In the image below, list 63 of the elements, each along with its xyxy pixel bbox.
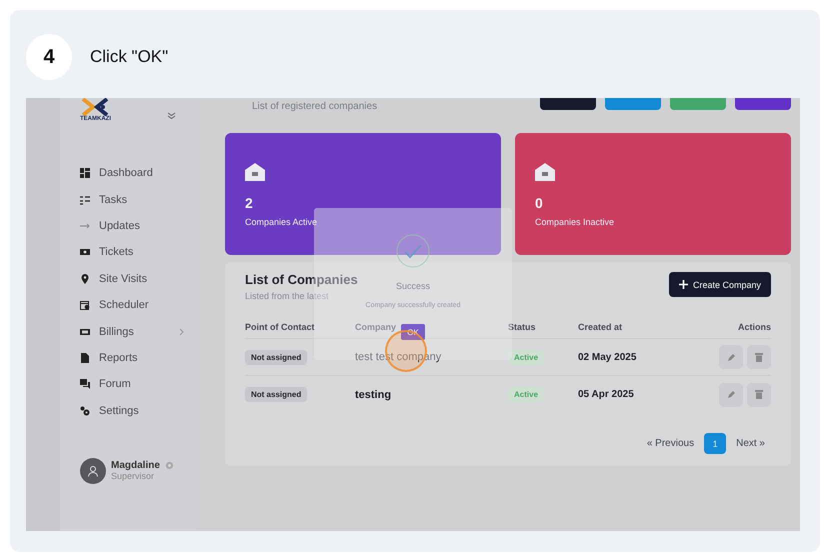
check-circle-icon xyxy=(396,234,430,268)
previous-link[interactable]: « Previous xyxy=(646,438,694,449)
house-icon xyxy=(245,163,265,181)
column-header: Point of Contact xyxy=(245,315,355,339)
sidebar-item[interactable]: Updates xyxy=(80,212,198,240)
trash-icon xyxy=(755,390,763,399)
avatar-icon xyxy=(80,458,106,484)
document-icon xyxy=(80,352,90,363)
panel-title: List of Companies xyxy=(245,272,358,287)
list-icon xyxy=(80,194,90,205)
grid-icon xyxy=(80,168,90,178)
contact-tag: Not assigned xyxy=(245,350,308,364)
page-button[interactable]: 1 xyxy=(704,433,726,454)
page-subtitle: List of registered companies xyxy=(252,101,378,112)
sidebar-item[interactable]: Tickets xyxy=(80,239,198,266)
pencil-icon xyxy=(726,352,736,362)
stat-label: Companies Active xyxy=(245,217,318,227)
next-link[interactable]: Next » xyxy=(736,438,765,449)
ticket-icon xyxy=(80,247,90,258)
column-header: Status xyxy=(508,315,578,339)
arrow-icon xyxy=(80,220,90,231)
location-pin-icon xyxy=(80,274,90,284)
created-date: 02 May 2025 xyxy=(578,352,636,362)
sidebar-item[interactable]: Dashboard xyxy=(80,160,198,186)
panel-subtitle: Listed from the latest xyxy=(245,291,330,301)
user-role: Supervisor xyxy=(111,471,156,482)
delete-button[interactable] xyxy=(747,382,771,406)
sidebar-item[interactable]: Site Visits xyxy=(80,266,198,292)
sidebar-item[interactable]: Tasks xyxy=(80,186,198,213)
step-number: 4 xyxy=(26,34,72,80)
sidebar-item[interactable]: Reports xyxy=(80,344,198,372)
contact-tag: Not assigned xyxy=(245,387,308,402)
edit-button[interactable] xyxy=(719,382,743,406)
stat-value: 0 xyxy=(535,195,544,211)
status-tag: Active xyxy=(508,350,544,364)
gear-icon[interactable] xyxy=(164,461,174,470)
chevron-right-icon xyxy=(179,328,184,336)
stat-value: 2 xyxy=(245,195,254,211)
user-name: Magdaline xyxy=(111,460,160,472)
edit-button[interactable] xyxy=(719,345,743,369)
trash-icon xyxy=(755,352,763,362)
status-tag: Active xyxy=(508,387,544,402)
created-date: 05 Apr 2025 xyxy=(578,389,634,400)
column-header: Created at xyxy=(578,315,701,339)
calendar-icon xyxy=(80,300,90,310)
step-instruction: Click "OK" xyxy=(90,47,168,67)
sidebar-item[interactable]: Billings xyxy=(80,318,198,345)
stat-label: Companies Inactive xyxy=(535,217,616,227)
delete-button[interactable] xyxy=(747,345,771,369)
chevron-down-icon[interactable] xyxy=(167,112,176,119)
pencil-icon xyxy=(726,390,736,399)
chat-icon xyxy=(80,379,90,390)
sidebar-item[interactable]: Forum xyxy=(80,371,198,398)
house-icon xyxy=(535,163,555,181)
dialog-title: Success xyxy=(396,281,430,291)
plus-icon xyxy=(678,280,688,289)
company-name: testing xyxy=(355,388,392,400)
column-header: Actions xyxy=(701,315,771,339)
create-company-button[interactable]: Create Company xyxy=(668,272,771,297)
gears-icon xyxy=(80,406,90,416)
sidebar-item[interactable]: Settings xyxy=(80,398,198,424)
sidebar-item[interactable]: Scheduler xyxy=(80,292,198,318)
logo-icon xyxy=(80,98,110,116)
